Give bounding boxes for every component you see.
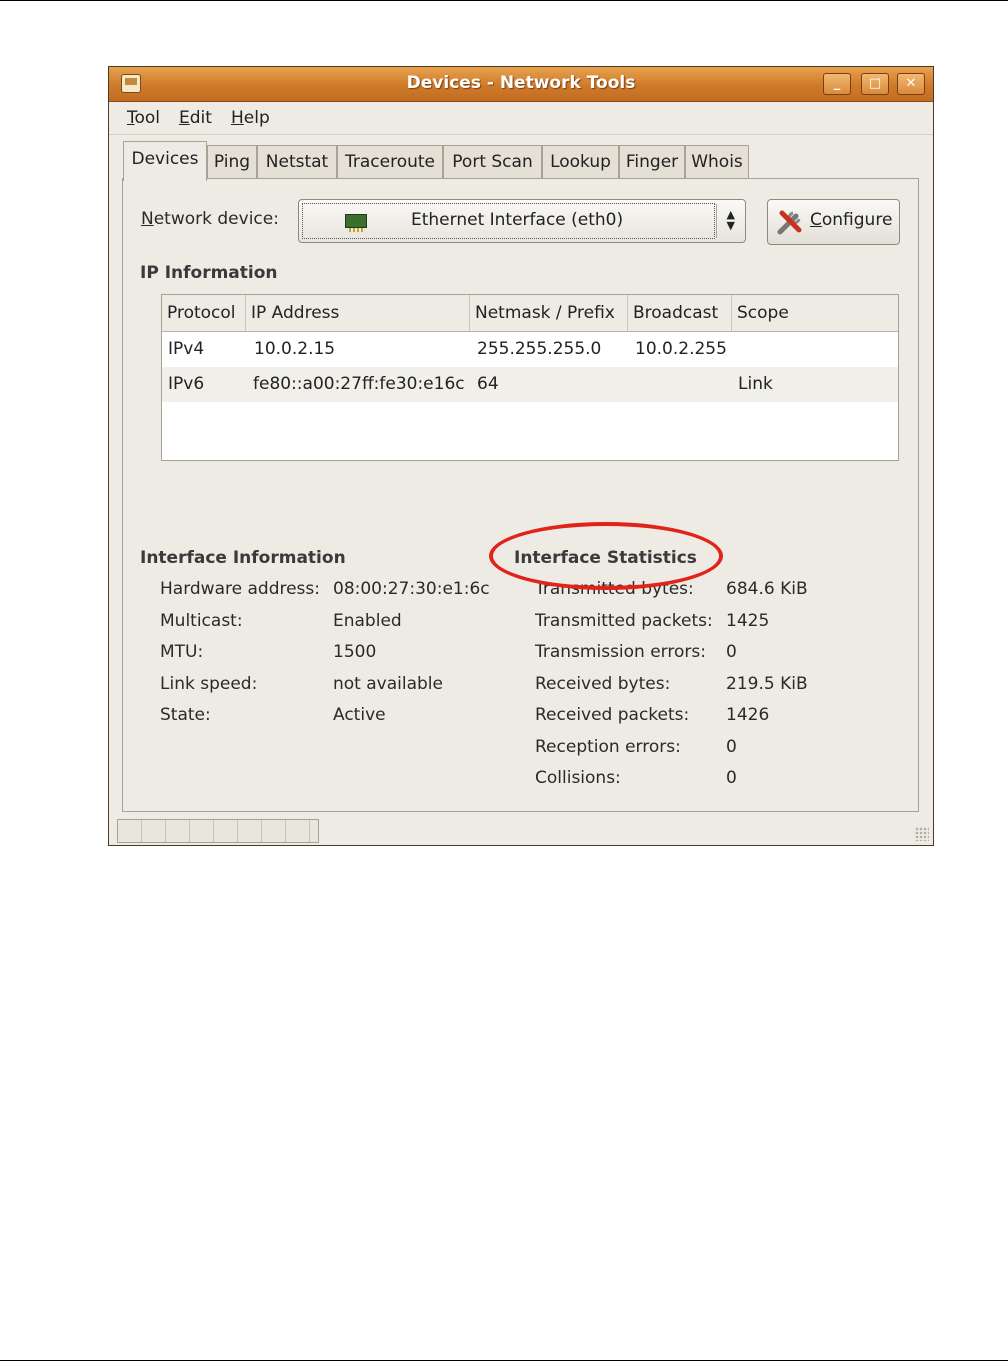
ip-information-table[interactable]: Protocol IP Address Netmask / Prefix Bro…	[161, 294, 899, 461]
cell-netmask: 255.255.255.0	[477, 339, 602, 359]
collisions-label: Collisions:	[535, 768, 621, 788]
cell-ip-address: fe80::a00:27ff:fe30:e16c	[253, 374, 465, 394]
close-button[interactable]: ✕	[897, 73, 925, 95]
multicast-label: Multicast:	[160, 611, 243, 631]
tab-traceroute[interactable]: Traceroute	[337, 145, 443, 179]
table-header: Protocol IP Address Netmask / Prefix Bro…	[162, 295, 898, 332]
mtu-label: MTU:	[160, 642, 204, 662]
cell-ip-address: 10.0.2.15	[254, 339, 336, 359]
collisions-value: 0	[726, 768, 737, 788]
configure-label: Configure	[810, 210, 893, 230]
tab-port-scan[interactable]: Port Scan	[443, 145, 542, 179]
menu-edit[interactable]: Edit	[179, 108, 212, 128]
state-value: Active	[333, 705, 386, 725]
menu-bar: Tool Edit Help	[109, 102, 933, 135]
link-speed-value: not available	[333, 674, 443, 694]
transmitted-bytes-value: 684.6 KiB	[726, 579, 808, 599]
tab-devices[interactable]: Devices	[123, 141, 207, 181]
table-row[interactable]: IPv4 10.0.2.15 255.255.255.0 10.0.2.255	[162, 332, 898, 367]
combo-separator	[716, 204, 717, 238]
received-packets-label: Received packets:	[535, 705, 690, 725]
ip-information-heading: IP Information	[140, 263, 278, 283]
selected-device: Ethernet Interface (eth0)	[411, 210, 624, 230]
received-bytes-value: 219.5 KiB	[726, 674, 808, 694]
reception-errors-label: Reception errors:	[535, 737, 681, 757]
minimize-button[interactable]: _	[823, 73, 851, 95]
transmission-errors-value: 0	[726, 642, 737, 662]
status-bar	[117, 819, 319, 843]
menu-help[interactable]: Help	[231, 108, 270, 128]
column-netmask[interactable]: Netmask / Prefix	[470, 295, 628, 331]
tab-ping[interactable]: Ping	[207, 145, 257, 179]
network-device-select[interactable]: Ethernet Interface (eth0) ▲ ▼	[298, 199, 746, 243]
column-scope[interactable]: Scope	[732, 295, 898, 331]
column-broadcast[interactable]: Broadcast	[628, 295, 732, 331]
network-tools-window: Devices - Network Tools _ □ ✕ Tool Edit …	[108, 66, 934, 846]
title-bar[interactable]: Devices - Network Tools _ □ ✕	[109, 67, 933, 102]
column-ip-address[interactable]: IP Address	[246, 295, 470, 331]
resize-grip-icon[interactable]	[915, 827, 929, 841]
window-title: Devices - Network Tools	[406, 73, 636, 93]
hardware-address-label: Hardware address:	[160, 579, 320, 599]
page-bottom-rule	[0, 1360, 1008, 1361]
highlight-ellipse	[489, 522, 723, 590]
transmitted-packets-value: 1425	[726, 611, 770, 631]
interface-information-heading: Interface Information	[140, 548, 346, 568]
cell-protocol: IPv6	[168, 374, 205, 394]
tab-whois[interactable]: Whois	[685, 145, 749, 179]
received-packets-value: 1426	[726, 705, 770, 725]
tab-netstat[interactable]: Netstat	[257, 145, 337, 179]
column-protocol[interactable]: Protocol	[162, 295, 246, 331]
tab-lookup[interactable]: Lookup	[542, 145, 619, 179]
network-card-icon	[345, 214, 367, 232]
tab-finger[interactable]: Finger	[619, 145, 685, 179]
maximize-button[interactable]: □	[861, 73, 889, 95]
page-top-rule	[0, 0, 1008, 1]
cell-netmask: 64	[477, 374, 499, 394]
cell-protocol: IPv4	[168, 339, 205, 359]
received-bytes-label: Received bytes:	[535, 674, 671, 694]
transmitted-packets-label: Transmitted packets:	[535, 611, 713, 631]
configure-button[interactable]: Configure	[767, 199, 900, 245]
multicast-value: Enabled	[333, 611, 402, 631]
table-row[interactable]: IPv6 fe80::a00:27ff:fe30:e16c 64 Link	[162, 367, 898, 402]
state-label: State:	[160, 705, 211, 725]
cell-scope: Link	[738, 374, 773, 394]
link-speed-label: Link speed:	[160, 674, 258, 694]
transmission-errors-label: Transmission errors:	[535, 642, 706, 662]
hardware-address-value: 08:00:27:30:e1:6c	[333, 579, 490, 599]
tools-icon	[777, 210, 802, 235]
cell-broadcast: 10.0.2.255	[635, 339, 727, 359]
menu-tool[interactable]: Tool	[127, 108, 160, 128]
reception-errors-value: 0	[726, 737, 737, 757]
mtu-value: 1500	[333, 642, 377, 662]
updown-arrow-icon: ▲ ▼	[726, 208, 735, 232]
network-device-label: Network device:	[141, 209, 279, 229]
